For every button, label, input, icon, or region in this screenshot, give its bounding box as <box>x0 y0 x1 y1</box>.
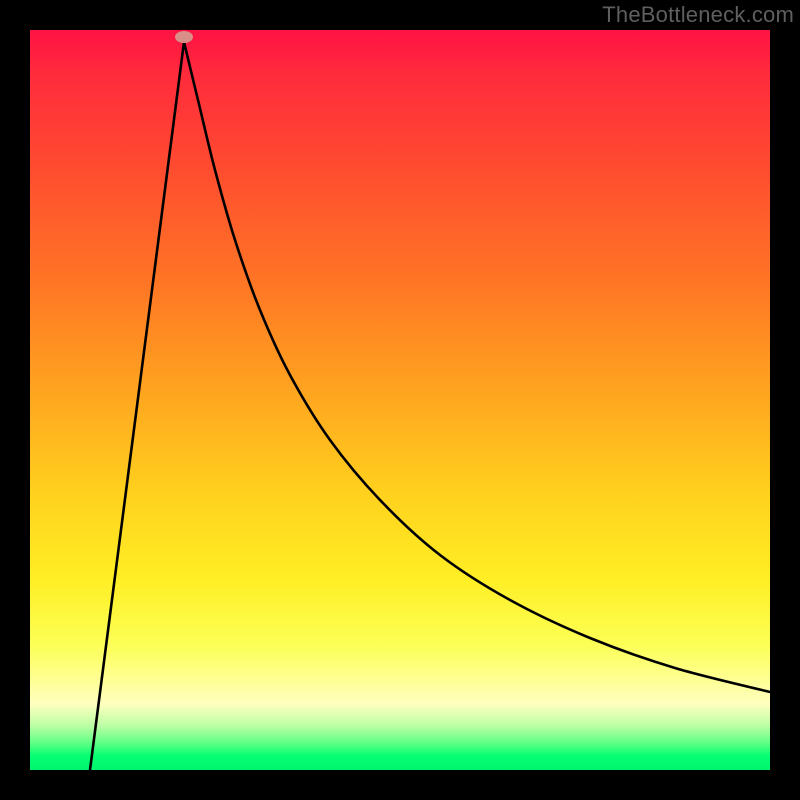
minimum-marker <box>175 31 193 43</box>
curve-left-branch <box>90 42 184 770</box>
curve-right-branch <box>184 42 770 692</box>
attribution-label: TheBottleneck.com <box>602 2 794 28</box>
bottleneck-curve <box>30 30 770 770</box>
chart-frame: TheBottleneck.com <box>0 0 800 800</box>
plot-area <box>30 30 770 770</box>
